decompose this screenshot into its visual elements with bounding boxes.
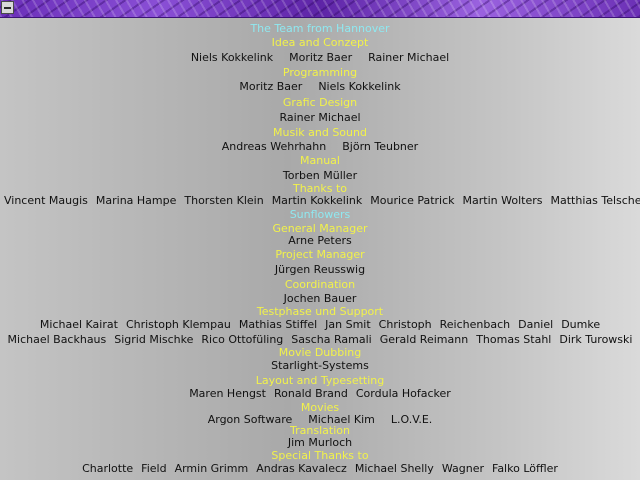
test-names-row-1: Michael Kairat Christoph Klempau Mathias S… <box>0 318 640 332</box>
credit-name: Arne Peters <box>288 234 352 247</box>
team-title: The Team from Hannover <box>250 22 390 35</box>
credit-name: Moritz Baer <box>239 80 303 93</box>
manual-names: Torben Müller <box>0 169 640 183</box>
credit-name: Vincent Maugis <box>4 194 88 207</box>
minus-icon <box>4 7 11 9</box>
credit-name: Marina Hampe <box>95 194 177 207</box>
credit-name: Martin Wolters <box>462 194 543 207</box>
credit-name: Armin Grimm <box>174 462 249 475</box>
credit-name: Jan Smit <box>325 318 371 331</box>
test-title: Testphase und Support <box>256 305 384 318</box>
credit-name: Torben Müller <box>282 169 358 182</box>
system-menu-button[interactable] <box>1 1 14 14</box>
credit-name: Jochen Bauer <box>283 292 357 305</box>
credit-name: Maren Hengst <box>189 387 266 400</box>
programming-title: Programming <box>282 66 358 79</box>
credit-name: Dumke <box>561 318 601 331</box>
grafic-names: Rainer Michael <box>0 111 640 125</box>
pm-title: Project Manager <box>275 248 365 261</box>
grafic-title: Grafic Design <box>282 96 358 109</box>
credit-name: Martin Kokkelink <box>271 194 363 207</box>
coord-title: Coordination <box>284 278 356 291</box>
credit-name: Daniel <box>518 318 554 331</box>
credit-name: Sascha Ramali <box>291 333 372 346</box>
musik-title: Musik and Sound <box>273 126 367 139</box>
special-names: Charlotte Field Armin Grimm Andras Kavalecz… <box>0 462 640 476</box>
credit-name: Michael Backhaus <box>7 333 107 346</box>
credit-name: Niels Kokkelink <box>318 80 401 93</box>
credit-name: Matthias Telscher <box>550 194 640 207</box>
credit-name: Dirk Turowski <box>559 333 633 346</box>
credit-name: Cordula Hofacker <box>355 387 451 400</box>
coord-names: Jochen Bauer <box>0 292 640 306</box>
credit-name: Jürgen Reusswig <box>274 263 366 276</box>
credit-name: Reichenbach <box>439 318 511 331</box>
credit-name: Thorsten Klein <box>184 194 264 207</box>
credit-name: Mourice Patrick <box>370 194 455 207</box>
credit-name: Christoph Klempau <box>125 318 231 331</box>
credit-name: Starlight-Systems <box>271 359 369 372</box>
dubbing-names: Starlight-Systems <box>0 359 640 373</box>
idea-names: Niels Kokkelink Moritz Baer Rainer Michael <box>0 51 640 65</box>
dubbing-title: Movie Dubbing <box>278 346 362 359</box>
layout-names: Maren Hengst Ronald Brand Cordula Hofacker <box>0 387 640 401</box>
idea-title: Idea and Conzept <box>271 36 369 49</box>
credit-name: Björn Teubner <box>342 140 419 153</box>
credit-name: Mathias Stiffel <box>238 318 318 331</box>
test-names-row-2: Michael Backhaus Sigrid Mischke Rico Ottof… <box>0 333 640 347</box>
credit-name: Michael Shelly <box>354 462 434 475</box>
pm-names: Jürgen Reusswig <box>0 263 640 277</box>
sunflowers-title: Sunflowers <box>289 208 351 221</box>
credit-name: Ronald Brand <box>273 387 348 400</box>
credit-name: Niels Kokkelink <box>190 51 274 64</box>
credit-name: Sigrid Mischke <box>114 333 194 346</box>
programming-names: Moritz Baer Niels Kokkelink <box>0 80 640 94</box>
credit-name: Gerald Reimann <box>379 333 469 346</box>
manual-title: Manual <box>300 154 340 167</box>
credit-name: Field <box>141 462 167 475</box>
layout-title: Layout and Typesetting <box>255 374 385 387</box>
credit-name: Charlotte <box>82 462 134 475</box>
translation-names: Jim Murloch <box>0 436 640 450</box>
credit-name: Christoph <box>378 318 432 331</box>
credit-name: Jim Murloch <box>287 436 353 449</box>
gm-names: Arne Peters <box>0 234 640 248</box>
credit-name: Rainer Michael <box>368 51 450 64</box>
credit-name: Thomas Stahl <box>476 333 552 346</box>
credit-name: Michael Kairat <box>39 318 118 331</box>
credit-name: Andreas Wehrhahn <box>221 140 327 153</box>
credit-name: Wagner <box>441 462 484 475</box>
title-bar <box>0 0 640 18</box>
credit-name: Rainer Michael <box>279 111 361 124</box>
credit-name: Falko Löffler <box>492 462 558 475</box>
credit-name: Moritz Baer <box>289 51 353 64</box>
special-title: Special Thanks to <box>271 449 369 462</box>
credit-name: Rico Ottofüling <box>201 333 284 346</box>
credit-name: Andras Kavalecz <box>256 462 347 475</box>
thanks-names: Vincent Maugis Marina Hampe Thorsten Klein… <box>0 194 640 208</box>
musik-names: Andreas Wehrhahn Björn Teubner <box>0 140 640 154</box>
